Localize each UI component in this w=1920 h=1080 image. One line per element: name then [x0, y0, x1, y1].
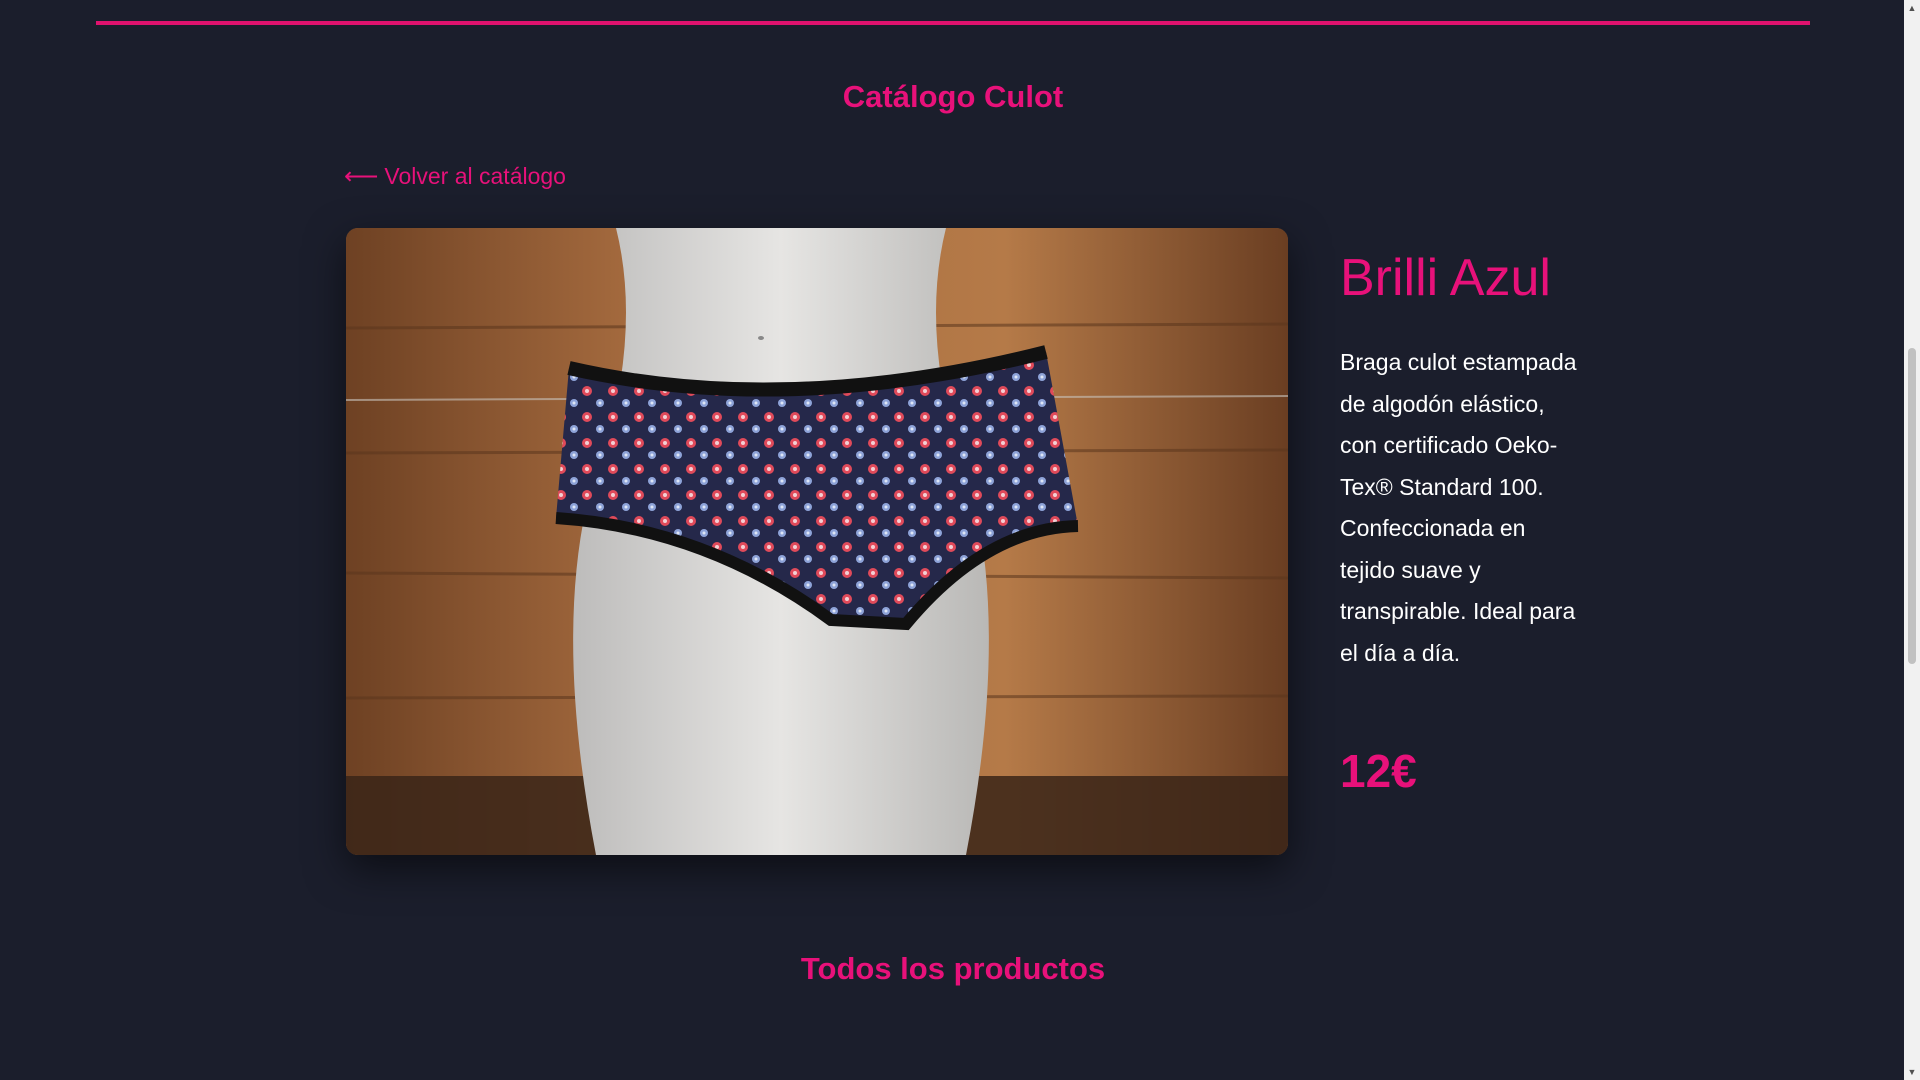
page: Catálogo Culot ⟵ Volver al catálogo Bril… — [0, 0, 1904, 1080]
all-products-heading: Todos los productos — [800, 951, 1106, 986]
top-divider — [96, 21, 1810, 25]
catalog-title: Catálogo Culot — [842, 79, 1064, 114]
back-link-label: Volver al catálogo — [384, 163, 566, 189]
product-description: Braga culot estampada de algodón elástic… — [1340, 349, 1577, 666]
product-price: 12€ — [1340, 745, 1417, 797]
back-to-catalog-link[interactable]: ⟵ Volver al catálogo — [344, 163, 566, 190]
product-image — [346, 228, 1288, 855]
product-name: Brilli Azul — [1340, 249, 1551, 307]
scroll-down-arrow-icon[interactable]: ▼ — [1904, 1064, 1920, 1080]
vertical-scrollbar[interactable]: ▲ ▼ — [1904, 0, 1920, 1080]
scroll-up-arrow-icon[interactable]: ▲ — [1904, 0, 1920, 16]
arrow-left-icon: ⟵ — [344, 162, 379, 190]
scrollbar-thumb[interactable] — [1908, 348, 1916, 664]
